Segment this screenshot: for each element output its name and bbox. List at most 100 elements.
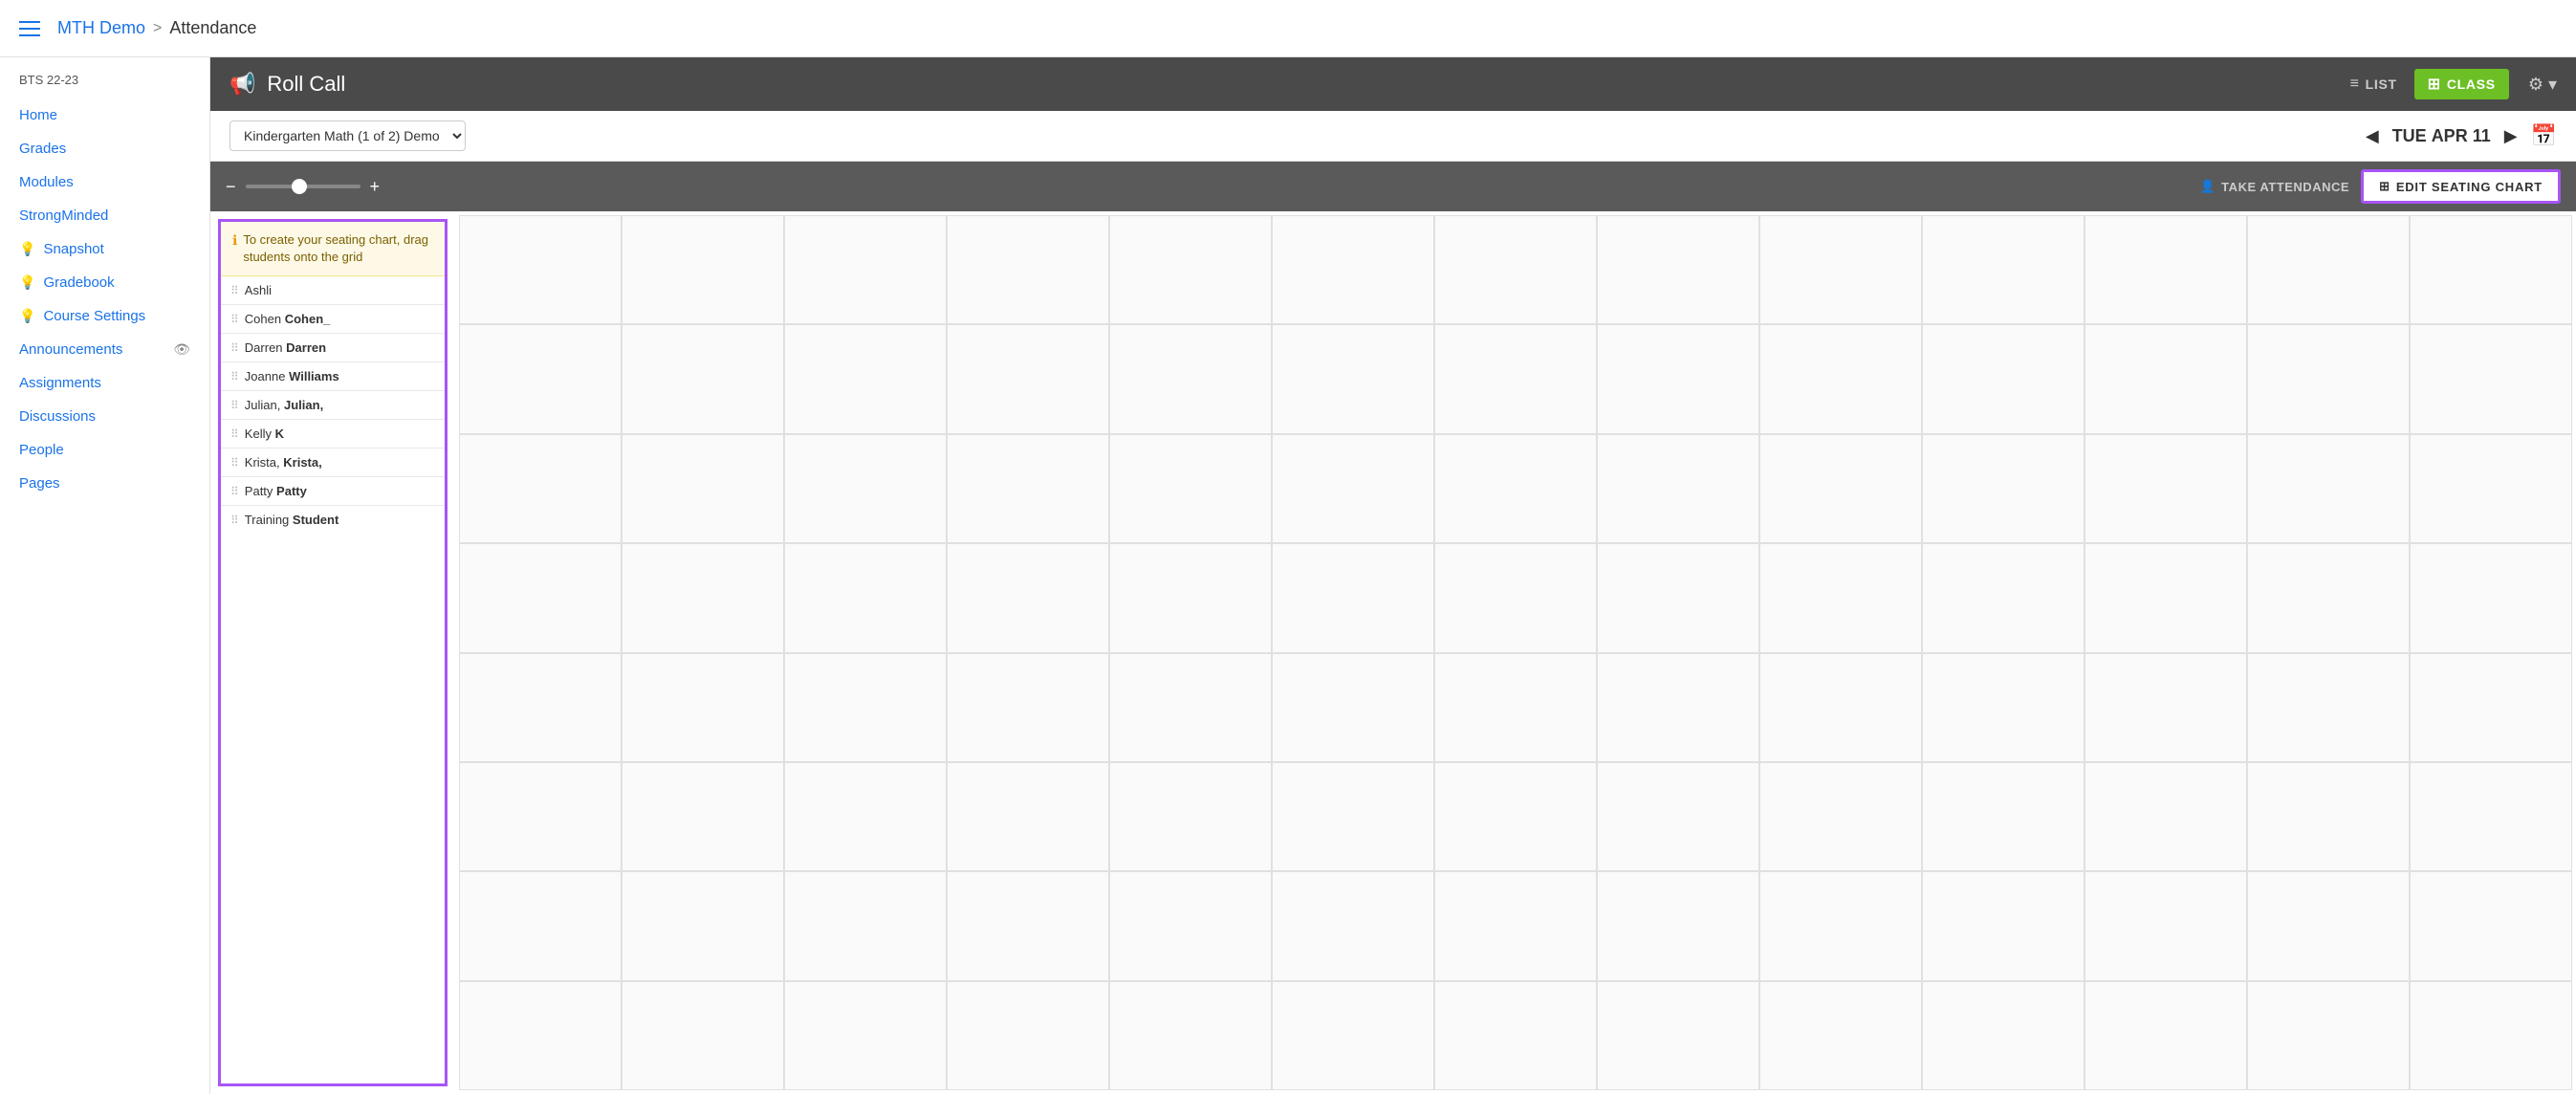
sidebar-item-people[interactable]: People bbox=[0, 433, 209, 467]
grid-cell[interactable] bbox=[2247, 871, 2410, 980]
grid-cell[interactable] bbox=[2247, 981, 2410, 1090]
grid-cell[interactable] bbox=[1434, 981, 1597, 1090]
grid-cell[interactable] bbox=[784, 981, 947, 1090]
grid-cell[interactable] bbox=[1109, 324, 1272, 433]
take-attendance-btn[interactable]: 👤 TAKE ATTENDANCE bbox=[2199, 179, 2349, 194]
student-list-item[interactable]: ⠿ Patty Patty bbox=[221, 477, 445, 506]
grid-cell[interactable] bbox=[947, 762, 1109, 871]
grid-cell[interactable] bbox=[2085, 981, 2247, 1090]
grid-cell[interactable] bbox=[784, 653, 947, 762]
zoom-slider-track[interactable] bbox=[246, 185, 360, 188]
student-list-item[interactable]: ⠿ Kelly K bbox=[221, 420, 445, 449]
student-list-item[interactable]: ⠿ Krista, Krista, bbox=[221, 449, 445, 477]
grid-cell[interactable] bbox=[1434, 653, 1597, 762]
grid-cell[interactable] bbox=[1759, 324, 1922, 433]
grid-cell[interactable] bbox=[459, 762, 622, 871]
grid-cell[interactable] bbox=[622, 871, 784, 980]
student-list-item[interactable]: ⠿ Joanne Williams bbox=[221, 362, 445, 391]
grid-cell[interactable] bbox=[784, 324, 947, 433]
grid-cell[interactable] bbox=[1597, 324, 1759, 433]
grid-cell[interactable] bbox=[1109, 981, 1272, 1090]
grid-cell[interactable] bbox=[1434, 871, 1597, 980]
grid-cell[interactable] bbox=[2410, 215, 2572, 324]
grid-cell[interactable] bbox=[784, 762, 947, 871]
grid-cell[interactable] bbox=[622, 762, 784, 871]
grid-cell[interactable] bbox=[1272, 215, 1434, 324]
grid-cell[interactable] bbox=[1922, 215, 2085, 324]
zoom-minus-btn[interactable]: − bbox=[226, 178, 236, 195]
breadcrumb-course-link[interactable]: MTH Demo bbox=[57, 18, 145, 38]
grid-cell[interactable] bbox=[2410, 762, 2572, 871]
grid-cell[interactable] bbox=[2247, 324, 2410, 433]
grid-cell[interactable] bbox=[1922, 871, 2085, 980]
hamburger-icon[interactable] bbox=[19, 21, 40, 36]
grid-cell[interactable] bbox=[622, 324, 784, 433]
grid-cell[interactable] bbox=[622, 434, 784, 543]
grid-cell[interactable] bbox=[1759, 762, 1922, 871]
sidebar-item-assignments[interactable]: Assignments bbox=[0, 366, 209, 400]
grid-cell[interactable] bbox=[784, 543, 947, 652]
grid-cell[interactable] bbox=[2410, 434, 2572, 543]
calendar-btn[interactable]: 📅 bbox=[2531, 123, 2557, 148]
grid-cell[interactable] bbox=[2410, 653, 2572, 762]
grid-cell[interactable] bbox=[459, 981, 622, 1090]
student-list-item[interactable]: ⠿ Darren Darren bbox=[221, 334, 445, 362]
grid-cell[interactable] bbox=[459, 215, 622, 324]
prev-date-btn[interactable]: ◀ bbox=[2362, 122, 2383, 150]
grid-cell[interactable] bbox=[784, 434, 947, 543]
grid-cell[interactable] bbox=[1434, 543, 1597, 652]
grid-cell[interactable] bbox=[1597, 653, 1759, 762]
grid-cell[interactable] bbox=[1597, 981, 1759, 1090]
grid-cell[interactable] bbox=[1109, 762, 1272, 871]
student-list-item[interactable]: ⠿ Ashli bbox=[221, 276, 445, 305]
class-select[interactable]: Kindergarten Math (1 of 2) Demo bbox=[229, 120, 466, 151]
grid-cell[interactable] bbox=[1434, 324, 1597, 433]
grid-cell[interactable] bbox=[1597, 215, 1759, 324]
grid-cell[interactable] bbox=[459, 653, 622, 762]
grid-cell[interactable] bbox=[2085, 762, 2247, 871]
grid-cell[interactable] bbox=[1759, 981, 1922, 1090]
next-date-btn[interactable]: ▶ bbox=[2500, 122, 2521, 150]
grid-cell[interactable] bbox=[1759, 543, 1922, 652]
grid-cell[interactable] bbox=[1272, 762, 1434, 871]
seating-grid[interactable] bbox=[455, 211, 2576, 1094]
grid-cell[interactable] bbox=[2410, 324, 2572, 433]
student-list-item[interactable]: ⠿ Training Student bbox=[221, 506, 445, 534]
grid-cell[interactable] bbox=[2085, 434, 2247, 543]
grid-cell[interactable] bbox=[947, 324, 1109, 433]
sidebar-item-snapshot[interactable]: 💡 Snapshot bbox=[0, 232, 209, 266]
grid-cell[interactable] bbox=[1272, 543, 1434, 652]
grid-cell[interactable] bbox=[1109, 215, 1272, 324]
grid-cell[interactable] bbox=[1597, 543, 1759, 652]
grid-cell[interactable] bbox=[1922, 653, 2085, 762]
grid-cell[interactable] bbox=[1272, 981, 1434, 1090]
grid-cell[interactable] bbox=[1759, 215, 1922, 324]
grid-cell[interactable] bbox=[947, 215, 1109, 324]
sidebar-item-announcements[interactable]: Announcements 👁 bbox=[0, 333, 209, 366]
grid-cell[interactable] bbox=[1109, 434, 1272, 543]
grid-cell[interactable] bbox=[2247, 215, 2410, 324]
grid-cell[interactable] bbox=[1434, 215, 1597, 324]
grid-cell[interactable] bbox=[1597, 871, 1759, 980]
sidebar-item-strongminded[interactable]: StrongMinded bbox=[0, 199, 209, 232]
grid-cell[interactable] bbox=[784, 871, 947, 980]
grid-cell[interactable] bbox=[622, 981, 784, 1090]
grid-cell[interactable] bbox=[2410, 981, 2572, 1090]
grid-cell[interactable] bbox=[1597, 762, 1759, 871]
edit-seating-chart-btn[interactable]: ⊞ EDIT SEATING CHART bbox=[2361, 169, 2561, 204]
grid-cell[interactable] bbox=[1109, 871, 1272, 980]
grid-cell[interactable] bbox=[1272, 871, 1434, 980]
grid-cell[interactable] bbox=[622, 543, 784, 652]
sidebar-item-home[interactable]: Home bbox=[0, 98, 209, 132]
grid-cell[interactable] bbox=[2085, 215, 2247, 324]
grid-cell[interactable] bbox=[1922, 434, 2085, 543]
class-view-btn[interactable]: ⊞ CLASS bbox=[2414, 69, 2509, 99]
grid-cell[interactable] bbox=[947, 871, 1109, 980]
sidebar-item-course-settings[interactable]: 💡 Course Settings bbox=[0, 299, 209, 333]
grid-cell[interactable] bbox=[947, 653, 1109, 762]
grid-cell[interactable] bbox=[784, 215, 947, 324]
grid-cell[interactable] bbox=[2085, 324, 2247, 433]
grid-cell[interactable] bbox=[2085, 543, 2247, 652]
sidebar-item-grades[interactable]: Grades bbox=[0, 132, 209, 165]
grid-cell[interactable] bbox=[1922, 543, 2085, 652]
